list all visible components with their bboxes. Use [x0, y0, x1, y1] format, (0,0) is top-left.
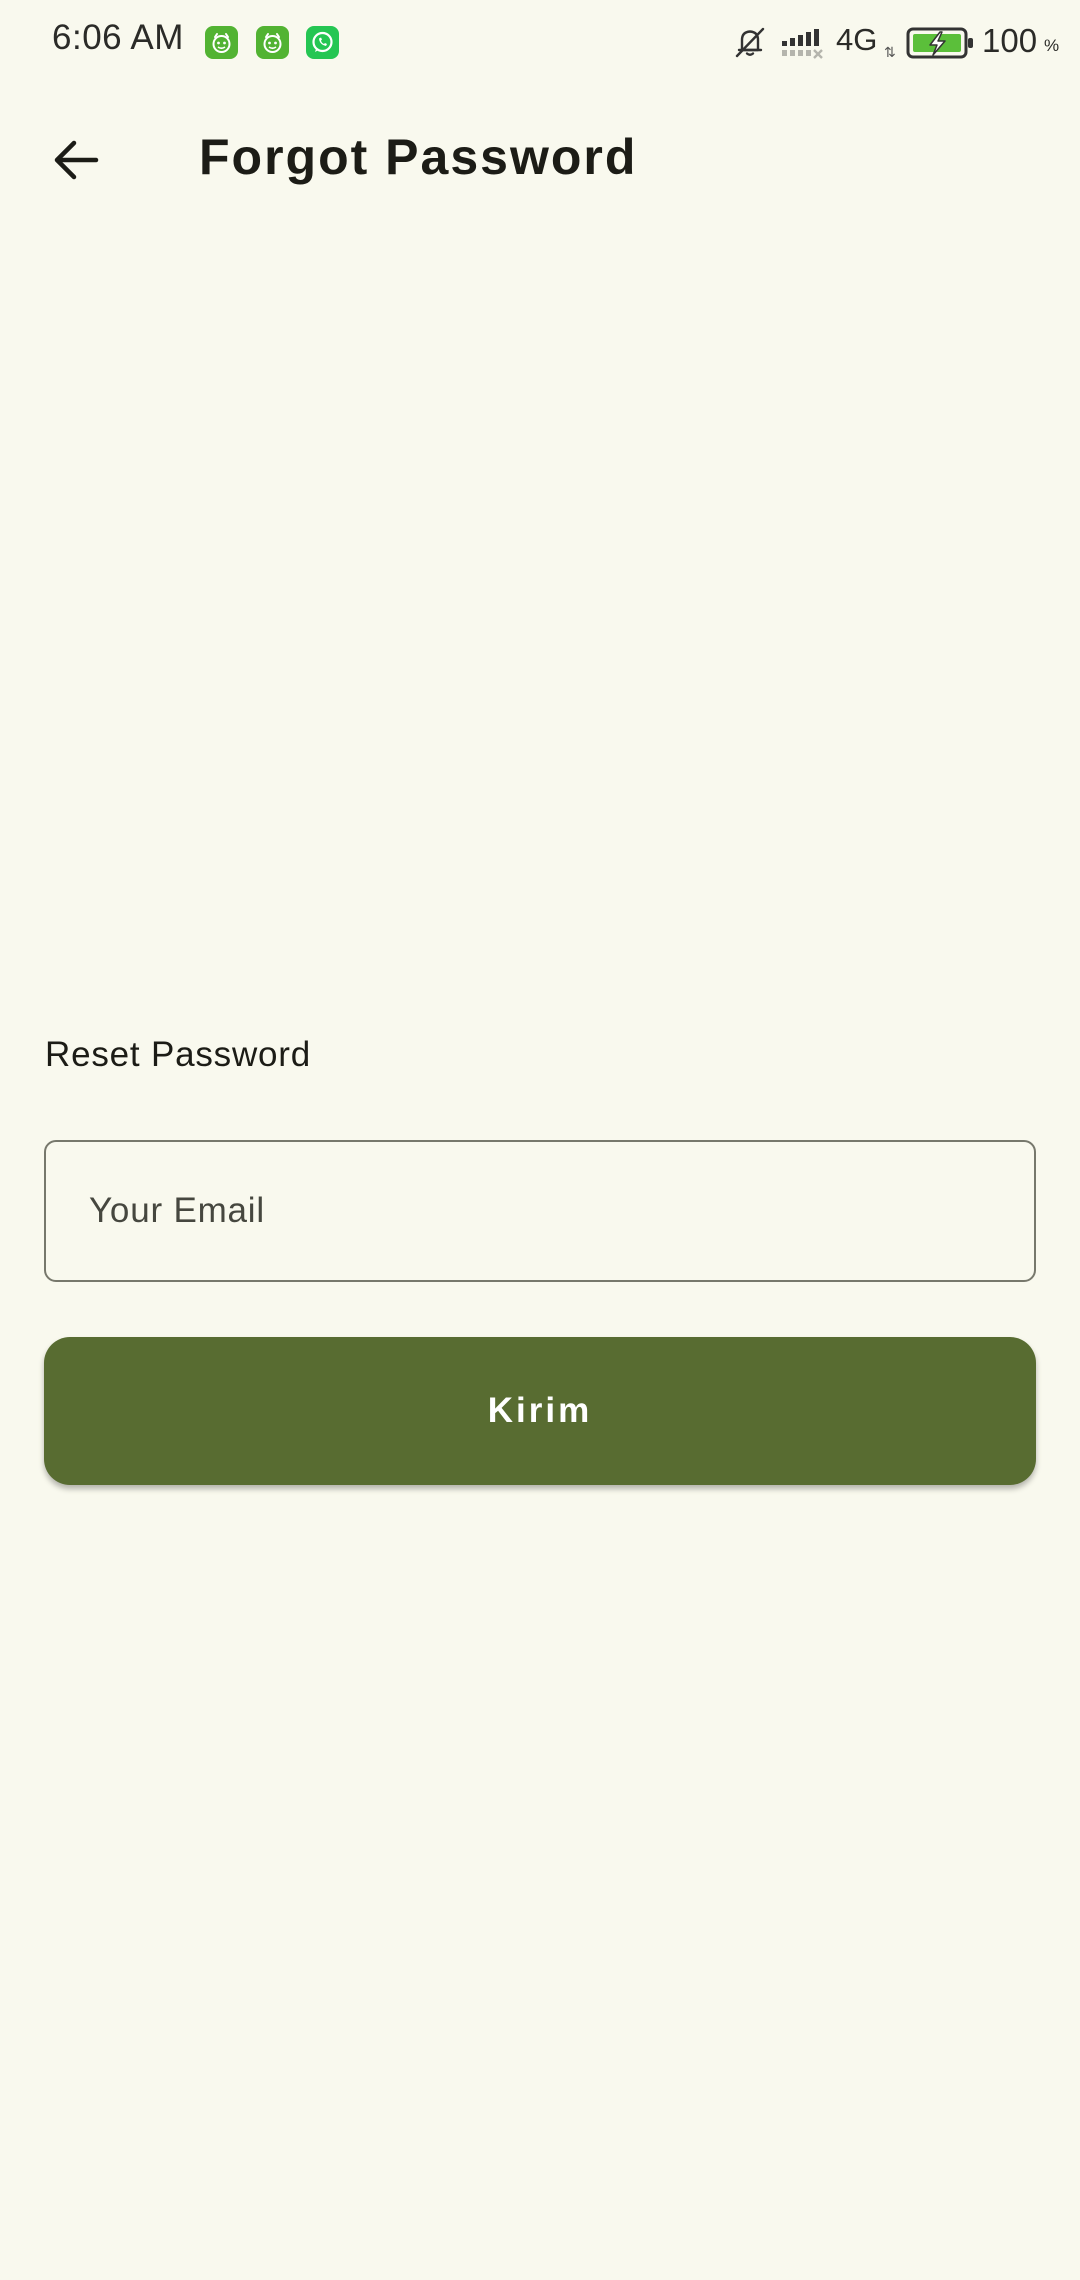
mascot-app-icon	[256, 26, 289, 59]
arrow-left-icon	[50, 134, 102, 191]
top-app-bar: Forgot Password	[0, 84, 1080, 234]
email-input[interactable]	[46, 1142, 1034, 1280]
back-button[interactable]	[34, 120, 118, 204]
signal-no-service-icon	[780, 28, 826, 67]
mascot-app-icon	[205, 26, 238, 59]
submit-button-label: Kirim	[487, 1391, 593, 1430]
bell-muted-icon	[732, 24, 768, 65]
battery-charging-icon	[906, 26, 976, 65]
network-type-label: 4G	[836, 22, 878, 57]
page-title: Forgot Password	[199, 129, 638, 185]
status-bar: 6:06 AM 4G ⇅ 100 %	[0, 0, 1080, 84]
email-field[interactable]	[44, 1140, 1036, 1282]
battery-percent-sign: %	[1044, 36, 1060, 55]
whatsapp-icon	[306, 26, 339, 59]
battery-percentage: 100	[982, 22, 1038, 59]
submit-button[interactable]: Kirim	[44, 1337, 1036, 1485]
status-time: 6:06 AM	[52, 18, 184, 57]
data-activity-icon: ⇅	[884, 44, 896, 60]
forgot-password-screen: 6:06 AM 4G ⇅ 100 % Forgot Password Reset…	[0, 0, 1080, 2280]
reset-password-label: Reset Password	[45, 1035, 312, 1074]
